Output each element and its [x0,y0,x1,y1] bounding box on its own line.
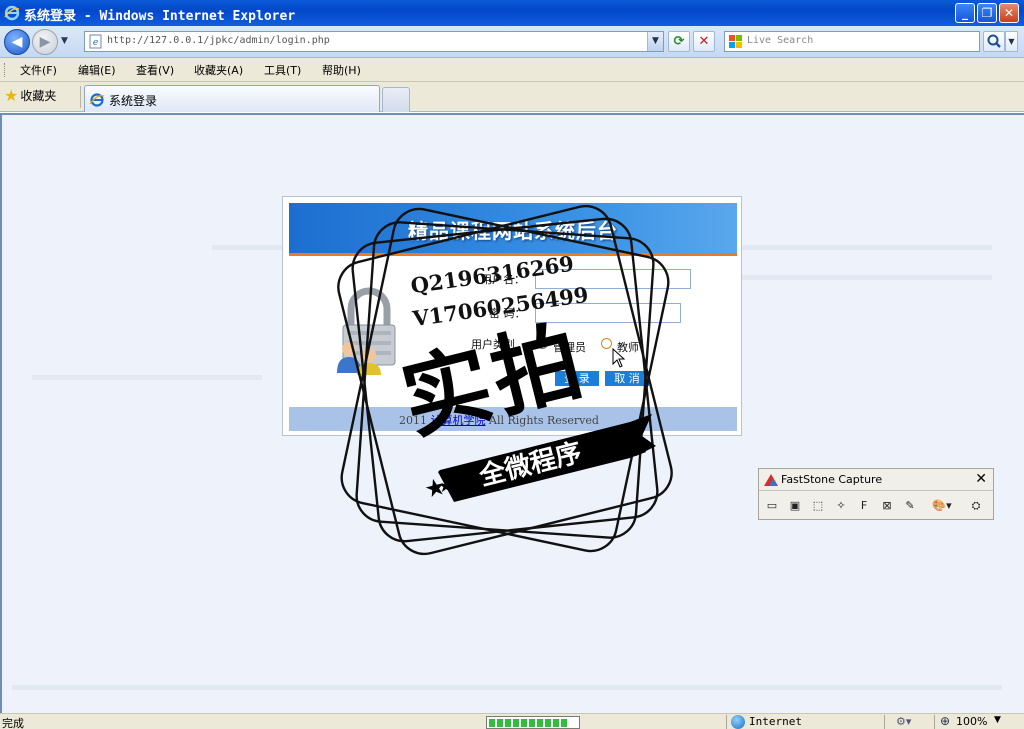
forward-button[interactable]: ▶ [32,29,58,55]
background-line [12,685,1002,690]
address-toolbar: ◀ ▶ ▼ e http://127.0.0.1/jpkc/admin/logi… [0,26,1024,58]
settings-icon[interactable]: ⛭ [967,497,985,515]
menu-file[interactable]: 文件(F) [20,62,57,78]
login-title: 精品课程网站系统后台 [408,219,618,243]
protected-mode-icon[interactable]: ⚙▾ [896,715,911,728]
ie-logo-icon [4,5,20,21]
svg-text:e: e [93,38,98,48]
radio-admin[interactable] [537,338,548,349]
capture-object-icon[interactable]: ▣ [786,497,804,515]
background-line [32,375,262,380]
faststone-capture-toolbar[interactable]: FastStone Capture ✕ ▭ ▣ ⬚ ✧ F ⊠ ✎ 🎨▾ ⛭ [758,468,994,520]
faststone-title: FastStone Capture [781,473,883,486]
capture-fullscreen-icon[interactable]: F [855,497,873,515]
header-divider [289,253,737,256]
search-input[interactable]: Live Search [724,31,980,52]
menu-bar: 文件(F) 编辑(E) 查看(V) 收藏夹(A) 工具(T) 帮助(H) [0,58,1024,82]
status-separator [884,715,885,729]
page-icon: e [89,34,102,49]
radio-admin-label: 管理员 [553,341,586,354]
maximize-button[interactable]: ❐ [977,3,997,23]
new-tab-button[interactable] [382,87,410,112]
user-type-label: 用户类别 [471,338,515,351]
capture-freehand-icon[interactable]: ✧ [832,497,850,515]
window-title: 系统登录 - Windows Internet Explorer [24,9,296,24]
college-link[interactable]: 计算机学院 [431,414,486,427]
faststone-logo-icon [764,474,778,486]
status-separator [726,715,727,729]
search-icon [987,34,1001,48]
tab-bar: ★ 收藏夹 系统登录 [0,82,1024,112]
status-text: 完成 [2,717,24,729]
menu-favorites[interactable]: 收藏夹(A) [194,62,243,78]
search-placeholder: Live Search [747,35,814,46]
progress-fill [489,719,568,727]
menu-tools[interactable]: 工具(T) [264,62,301,78]
menu-view[interactable]: 查看(V) [136,62,174,78]
login-button[interactable]: 登 录 [555,371,599,386]
zone-text: Internet [749,715,802,728]
address-field[interactable]: e http://127.0.0.1/jpkc/admin/login.php … [84,31,664,52]
status-bar: 完成 Internet ⚙▾ ⊕ 100% ▼ [0,713,1024,729]
tab-login[interactable]: 系统登录 [84,85,380,112]
color-picker-icon[interactable]: ✎ [901,497,919,515]
search-options-dropdown[interactable]: ▼ [1005,31,1018,52]
menu-edit[interactable]: 编辑(E) [78,62,116,78]
url-text: http://127.0.0.1/jpkc/admin/login.php [107,35,330,46]
login-footer: 2011 计算机学院 All Rights Reserved [289,407,737,431]
copyright-year: 2011 [399,414,427,427]
tab-label: 系统登录 [109,94,158,108]
back-button[interactable]: ◀ [4,29,30,55]
toolbar-grip[interactable] [4,63,7,77]
star-icon: ★ [4,86,19,105]
login-panel: 精品课程网站系统后台 用户名： 密 码： 用户类别 管理员 教师 登 录 取 消… [282,196,742,436]
minimize-button[interactable]: _ [955,3,975,23]
address-dropdown-icon[interactable]: ▼ [647,32,663,51]
window-titlebar[interactable]: 系统登录 - Windows Internet Explorer _ ❐ ✕ [0,0,1024,26]
rights-text: All Rights Reserved [489,414,599,427]
close-button[interactable]: ✕ [999,3,1019,23]
username-input[interactable] [535,269,691,289]
scrollbar-area[interactable] [1007,115,1024,713]
loading-progress [486,716,580,729]
refresh-button[interactable]: ⟳ [668,31,690,52]
capture-window-icon[interactable]: ▭ [763,497,781,515]
password-label: 密 码： [489,307,526,320]
internet-zone-icon [731,715,745,729]
stop-button[interactable]: ✕ [693,31,715,52]
padlock-user-icon [337,287,396,375]
search-button[interactable] [983,31,1005,52]
windows-flag-icon [729,35,742,48]
output-palette-icon[interactable]: 🎨▾ [929,497,955,515]
favorites-button[interactable]: ★ 收藏夹 [4,86,56,108]
login-header: 精品课程网站系统后台 [289,203,737,253]
capture-scrolling-icon[interactable]: ⊠ [878,497,896,515]
zoom-level[interactable]: 100% [956,715,987,728]
radio-teacher[interactable] [601,338,612,349]
copyright-text: 2011 计算机学院 All Rights Reserved [399,412,599,428]
password-input[interactable] [535,303,681,323]
history-dropdown-icon[interactable]: ▼ [61,36,71,46]
mouse-cursor-icon [612,348,626,368]
menu-help[interactable]: 帮助(H) [322,62,361,78]
status-separator [934,715,935,729]
zoom-icon[interactable]: ⊕ [940,714,950,728]
zoom-dropdown-icon[interactable]: ▼ [994,715,1001,725]
username-label: 用户名： [481,273,525,286]
capture-rectangle-icon[interactable]: ⬚ [809,497,827,515]
faststone-close-button[interactable]: ✕ [975,471,987,487]
separator [80,86,81,108]
cancel-button[interactable]: 取 消 [605,371,649,386]
favorites-label: 收藏夹 [20,89,57,103]
background-line [742,275,992,280]
ie-page-icon [89,93,105,107]
faststone-titlebar[interactable]: FastStone Capture ✕ [759,469,993,491]
